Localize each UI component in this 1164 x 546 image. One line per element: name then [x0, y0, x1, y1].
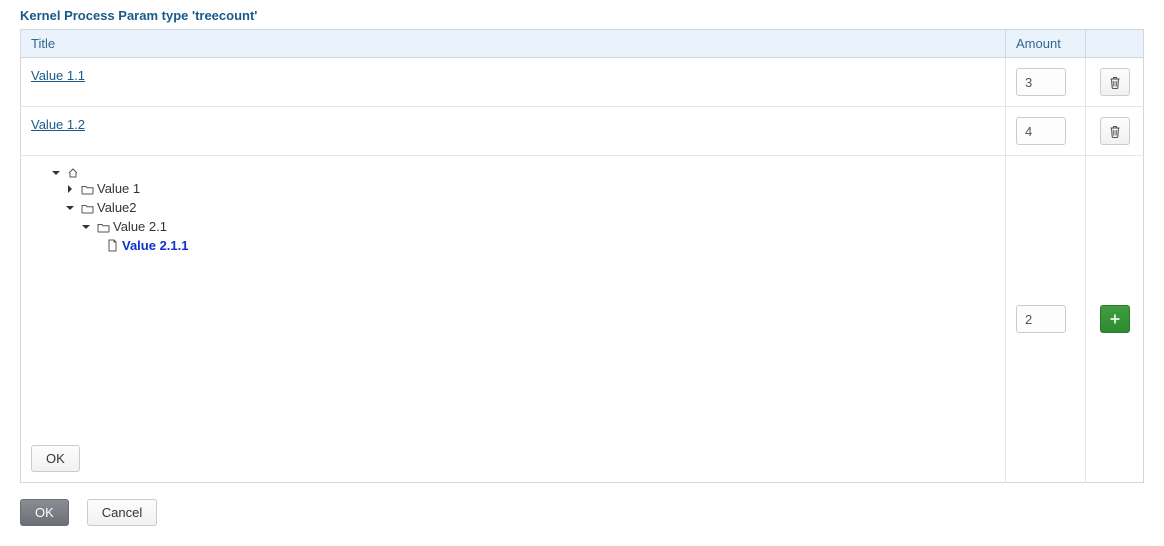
trash-icon — [1108, 124, 1122, 138]
tree-view: Value 1 Value2 — [31, 166, 995, 255]
value-link[interactable]: Value 1.2 — [31, 117, 85, 132]
cancel-button[interactable]: Cancel — [87, 499, 157, 526]
panel-title: Kernel Process Param type 'treecount' — [20, 8, 1144, 23]
home-icon — [66, 166, 80, 180]
header-title: Title — [21, 30, 1006, 58]
header-actions — [1086, 30, 1144, 58]
amount-input[interactable] — [1016, 117, 1066, 145]
tree-node-label: Value 2.1 — [113, 218, 167, 237]
amount-input[interactable] — [1016, 305, 1066, 333]
chevron-down-icon[interactable] — [51, 168, 63, 178]
tree-node-label: Value2 — [97, 199, 137, 218]
delete-button[interactable] — [1100, 117, 1130, 145]
tree-node[interactable]: Value 1 — [51, 180, 995, 199]
tree-root[interactable] — [51, 166, 995, 180]
chevron-right-icon[interactable] — [65, 184, 77, 194]
folder-icon — [96, 220, 110, 234]
tree-node[interactable]: Value2 — [51, 199, 995, 218]
trash-icon — [1108, 75, 1122, 89]
tree-node[interactable]: Value 2.1 — [51, 218, 995, 237]
chevron-down-icon[interactable] — [65, 203, 77, 213]
editor-row: Value 1 Value2 — [21, 156, 1144, 483]
tree-node-selected[interactable]: Value 2.1.1 — [51, 237, 995, 256]
value-link[interactable]: Value 1.1 — [31, 68, 85, 83]
tree-ok-button[interactable]: OK — [31, 445, 80, 472]
table-row: Value 1.1 — [21, 58, 1144, 107]
tree-node-label: Value 1 — [97, 180, 140, 199]
add-button[interactable] — [1100, 305, 1130, 333]
folder-icon — [80, 182, 94, 196]
ok-button[interactable]: OK — [20, 499, 69, 526]
footer-buttons: OK Cancel — [20, 499, 1144, 526]
table-row: Value 1.2 — [21, 107, 1144, 156]
amount-input[interactable] — [1016, 68, 1066, 96]
file-icon — [105, 239, 119, 253]
folder-icon — [80, 201, 94, 215]
chevron-down-icon[interactable] — [81, 222, 93, 232]
tree-node-label: Value 2.1.1 — [122, 237, 189, 256]
delete-button[interactable] — [1100, 68, 1130, 96]
plus-icon — [1108, 312, 1122, 326]
header-amount: Amount — [1006, 30, 1086, 58]
params-table: Title Amount Value 1.1 — [20, 29, 1144, 483]
